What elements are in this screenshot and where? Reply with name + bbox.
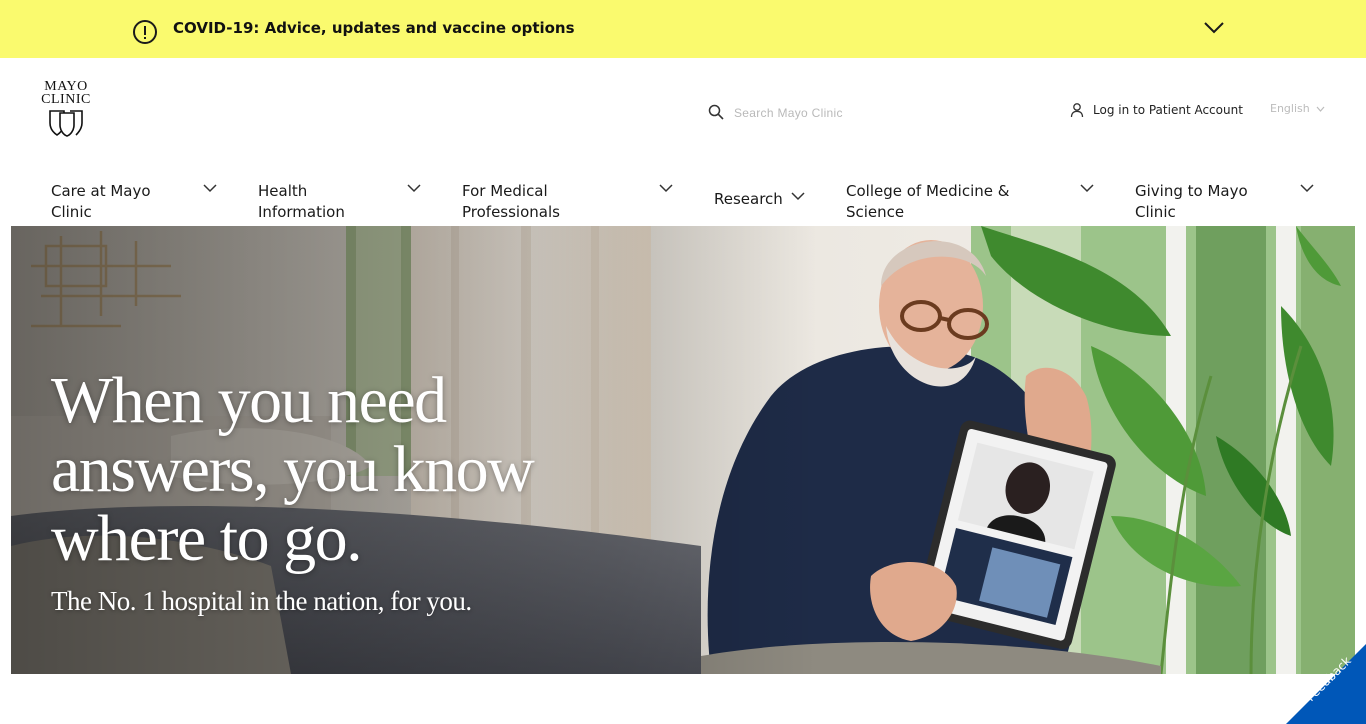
nav-label: Giving to Mayo Clinic [1135,182,1248,221]
feedback-button[interactable]: Feedback [1286,644,1366,724]
nav-label: Health Information [258,182,345,221]
nav-item-for-medical-professionals[interactable]: For Medical Professionals [462,181,677,225]
chevron-down-icon[interactable] [1204,22,1224,34]
login-label[interactable]: Log in to Patient Account [1093,103,1243,117]
hero-subheading: The No. 1 hospital in the nation, for yo… [51,586,472,616]
person-icon [1070,103,1084,118]
nav-item-health-information[interactable]: Health Information [258,181,428,225]
nav-label: For Medical Professionals [462,182,560,221]
chevron-down-icon [407,184,421,193]
logo-text: MAYO CLINIC [41,79,91,107]
nav-item-college-of-medicine-science[interactable]: College of Medicine & Science [846,181,1096,225]
covid-banner[interactable]: COVID-19: Advice, updates and vaccine op… [0,0,1366,58]
language-selector[interactable]: English [1270,102,1325,115]
search-input[interactable] [734,102,904,124]
search-icon[interactable] [708,104,724,120]
hero-banner: When you need answers, you know where to… [11,226,1355,674]
alert-circle-icon [133,20,157,44]
nav-item-giving-to-mayo-clinic[interactable]: Giving to Mayo Clinic [1135,181,1317,225]
nav-label: Care at Mayo Clinic [51,182,151,221]
nav-label: College of Medicine & Science [846,182,1010,221]
nav-label: Research [714,190,783,208]
nav-item-care-at-mayo-clinic[interactable]: Care at Mayo Clinic [51,181,221,225]
chevron-down-icon [1316,106,1325,112]
hero-heading: When you need answers, you know where to… [51,364,535,575]
chevron-down-icon [1300,184,1314,193]
login-link[interactable]: Log in to Patient Account [1069,100,1243,120]
covid-banner-text[interactable]: COVID-19: Advice, updates and vaccine op… [173,19,575,37]
chevron-down-icon [203,184,217,193]
chevron-down-icon [1080,184,1094,193]
mayo-clinic-logo[interactable]: MAYO CLINIC [38,80,94,142]
language-label[interactable]: English [1270,102,1310,115]
search-bar[interactable] [706,102,906,124]
chevron-down-icon [791,192,805,201]
nav-item-research[interactable]: Research [714,189,809,213]
chevron-down-icon [659,184,673,193]
shield-logo-icon [49,110,83,137]
